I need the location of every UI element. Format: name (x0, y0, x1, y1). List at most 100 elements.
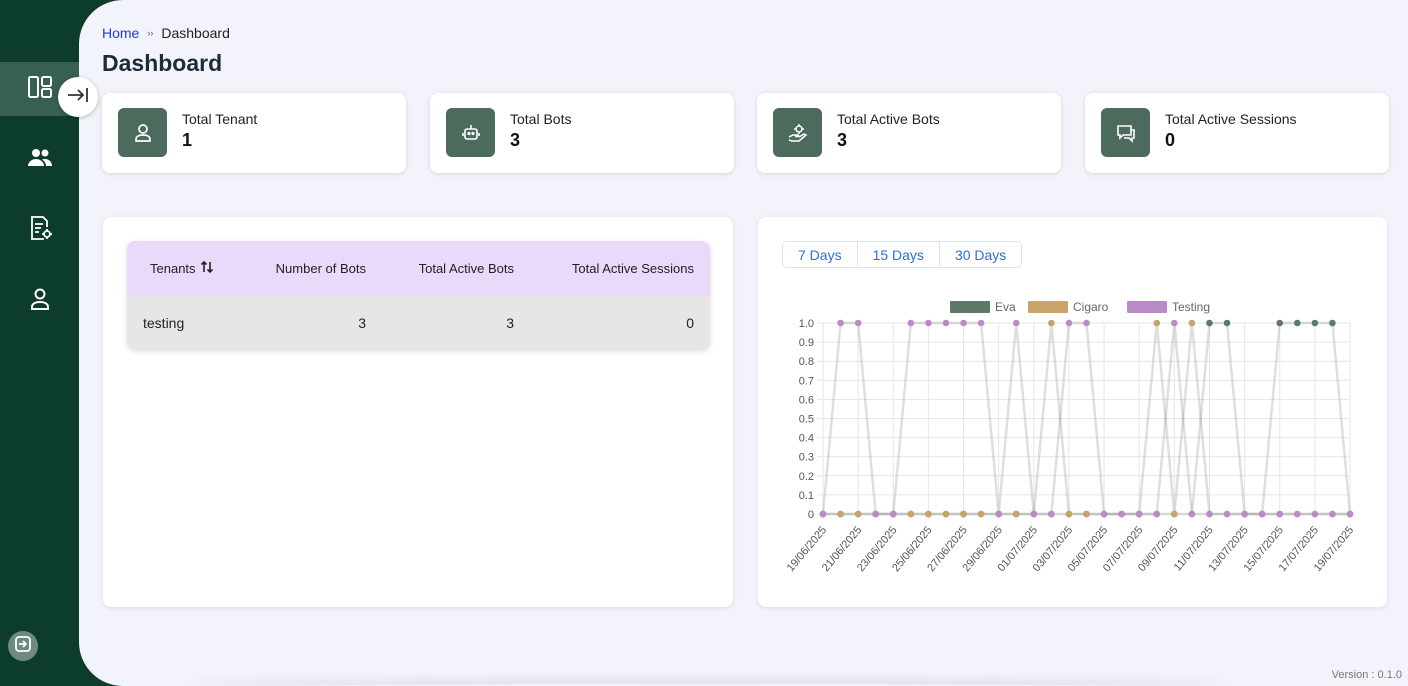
data-point (1206, 319, 1213, 327)
y-tick-label: 0.1 (799, 490, 814, 502)
sidebar-toggle-button[interactable] (58, 77, 98, 117)
data-point (1276, 510, 1284, 518)
stat-card-total-bots: Total Bots 3 (430, 93, 734, 173)
table-header-row: Tenants Number of Bots Total Active Bots… (127, 241, 710, 296)
column-header-tenants[interactable]: Tenants (150, 241, 214, 296)
stat-value: 1 (182, 130, 193, 150)
logout-button[interactable] (8, 631, 38, 661)
y-tick-label: 1.0 (799, 318, 814, 330)
stat-label: Total Active Bots (837, 111, 940, 127)
version-label: Version : 0.1.0 (1331, 669, 1402, 681)
y-tick-label: 0.6 (799, 394, 814, 406)
data-point (960, 510, 967, 518)
sidebar-item-profile[interactable] (0, 274, 79, 328)
data-point (1030, 510, 1038, 518)
data-point (1206, 510, 1213, 518)
user-icon (26, 285, 54, 318)
user-icon (118, 108, 167, 157)
data-point (995, 510, 1002, 518)
activity-chart-panel: 7 Days 15 Days 30 Days 0 0.1 0.2 0.3 0.4 0.5 0… (758, 217, 1387, 607)
data-point (1153, 319, 1161, 327)
data-point (907, 510, 915, 518)
column-header-label: Tenants (150, 261, 196, 276)
collapse-arrow-icon (66, 86, 90, 109)
data-point (1065, 319, 1073, 327)
data-point (1241, 510, 1248, 518)
data-point (977, 510, 985, 518)
data-point (1188, 319, 1196, 327)
data-point (1048, 319, 1055, 327)
breadcrumb-current: Dashboard (161, 25, 230, 41)
data-point (1171, 319, 1178, 327)
data-point (925, 319, 932, 327)
legend-swatch (950, 301, 990, 313)
data-point (925, 510, 932, 518)
data-point (1012, 510, 1020, 518)
data-point (854, 510, 862, 518)
data-point (1083, 319, 1090, 327)
table-cell-total-active-bots: 3 (506, 314, 514, 331)
data-point (1188, 510, 1196, 518)
data-point (1311, 510, 1319, 518)
column-header-total-active-bots: Total Active Bots (418, 261, 514, 276)
hand-gear-icon (773, 108, 822, 157)
stat-label: Total Bots (510, 111, 572, 127)
chat-bubbles-icon (1101, 108, 1150, 157)
data-point (819, 510, 827, 518)
data-point (837, 319, 844, 327)
breadcrumb-separator: ›› (147, 28, 154, 38)
data-point (960, 319, 967, 327)
stat-label: Total Tenant (182, 111, 258, 127)
dashboard-icon (26, 73, 54, 106)
data-point (907, 319, 915, 327)
data-point (889, 510, 897, 518)
data-point (1311, 319, 1319, 327)
data-point (1135, 510, 1143, 518)
stat-card-total-active-sessions: Total Active Sessions 0 (1085, 93, 1389, 173)
data-point (1223, 319, 1231, 327)
data-point (1171, 510, 1178, 518)
data-point (872, 510, 879, 518)
data-point (942, 510, 950, 518)
data-point (837, 510, 844, 518)
legend-swatch (1127, 301, 1167, 313)
legend-label: Testing (1172, 300, 1210, 314)
tenants-table: Tenants Number of Bots Total Active Bots… (127, 241, 710, 349)
data-point (1153, 510, 1161, 518)
table-cell-tenant: testing (143, 314, 185, 331)
sidebar-item-documents[interactable] (0, 203, 79, 257)
data-point (1346, 510, 1354, 518)
sidebar-item-users[interactable] (0, 133, 79, 187)
data-point (1223, 510, 1231, 518)
stat-label: Total Active Sessions (1165, 111, 1297, 127)
stat-value: 3 (510, 130, 521, 150)
stat-value: 3 (837, 130, 848, 150)
stat-card-total-active-bots: Total Active Bots 3 (757, 93, 1061, 173)
y-tick-label: 0 (808, 509, 814, 521)
data-point (1329, 510, 1336, 518)
y-tick-label: 0.8 (799, 356, 814, 368)
page-title: Dashboard (102, 50, 223, 76)
data-point (1294, 319, 1301, 327)
breadcrumb-home-link[interactable]: Home (102, 25, 139, 41)
stat-card-total-tenant: Total Tenant 1 (102, 93, 406, 173)
y-tick-label: 0.5 (799, 414, 814, 426)
legend-label: Cigaro (1073, 300, 1109, 314)
legend-label: Eva (995, 300, 1016, 314)
data-point (1048, 510, 1055, 518)
document-settings-icon (26, 214, 54, 247)
data-point (1329, 319, 1336, 327)
data-point (854, 319, 862, 327)
y-tick-label: 0.2 (799, 471, 814, 483)
users-icon (26, 144, 54, 177)
data-point (1294, 510, 1301, 518)
logout-icon (13, 634, 33, 659)
robot-icon (446, 108, 495, 157)
table-row[interactable]: testing 3 3 0 (127, 296, 710, 349)
data-point (1118, 510, 1125, 518)
data-point (1083, 510, 1090, 518)
sort-arrows-icon[interactable] (200, 259, 214, 278)
data-point (977, 319, 985, 327)
tenants-panel: Tenants Number of Bots Total Active Bots… (103, 217, 733, 607)
column-header-total-active-sessions: Total Active Sessions (571, 261, 694, 276)
